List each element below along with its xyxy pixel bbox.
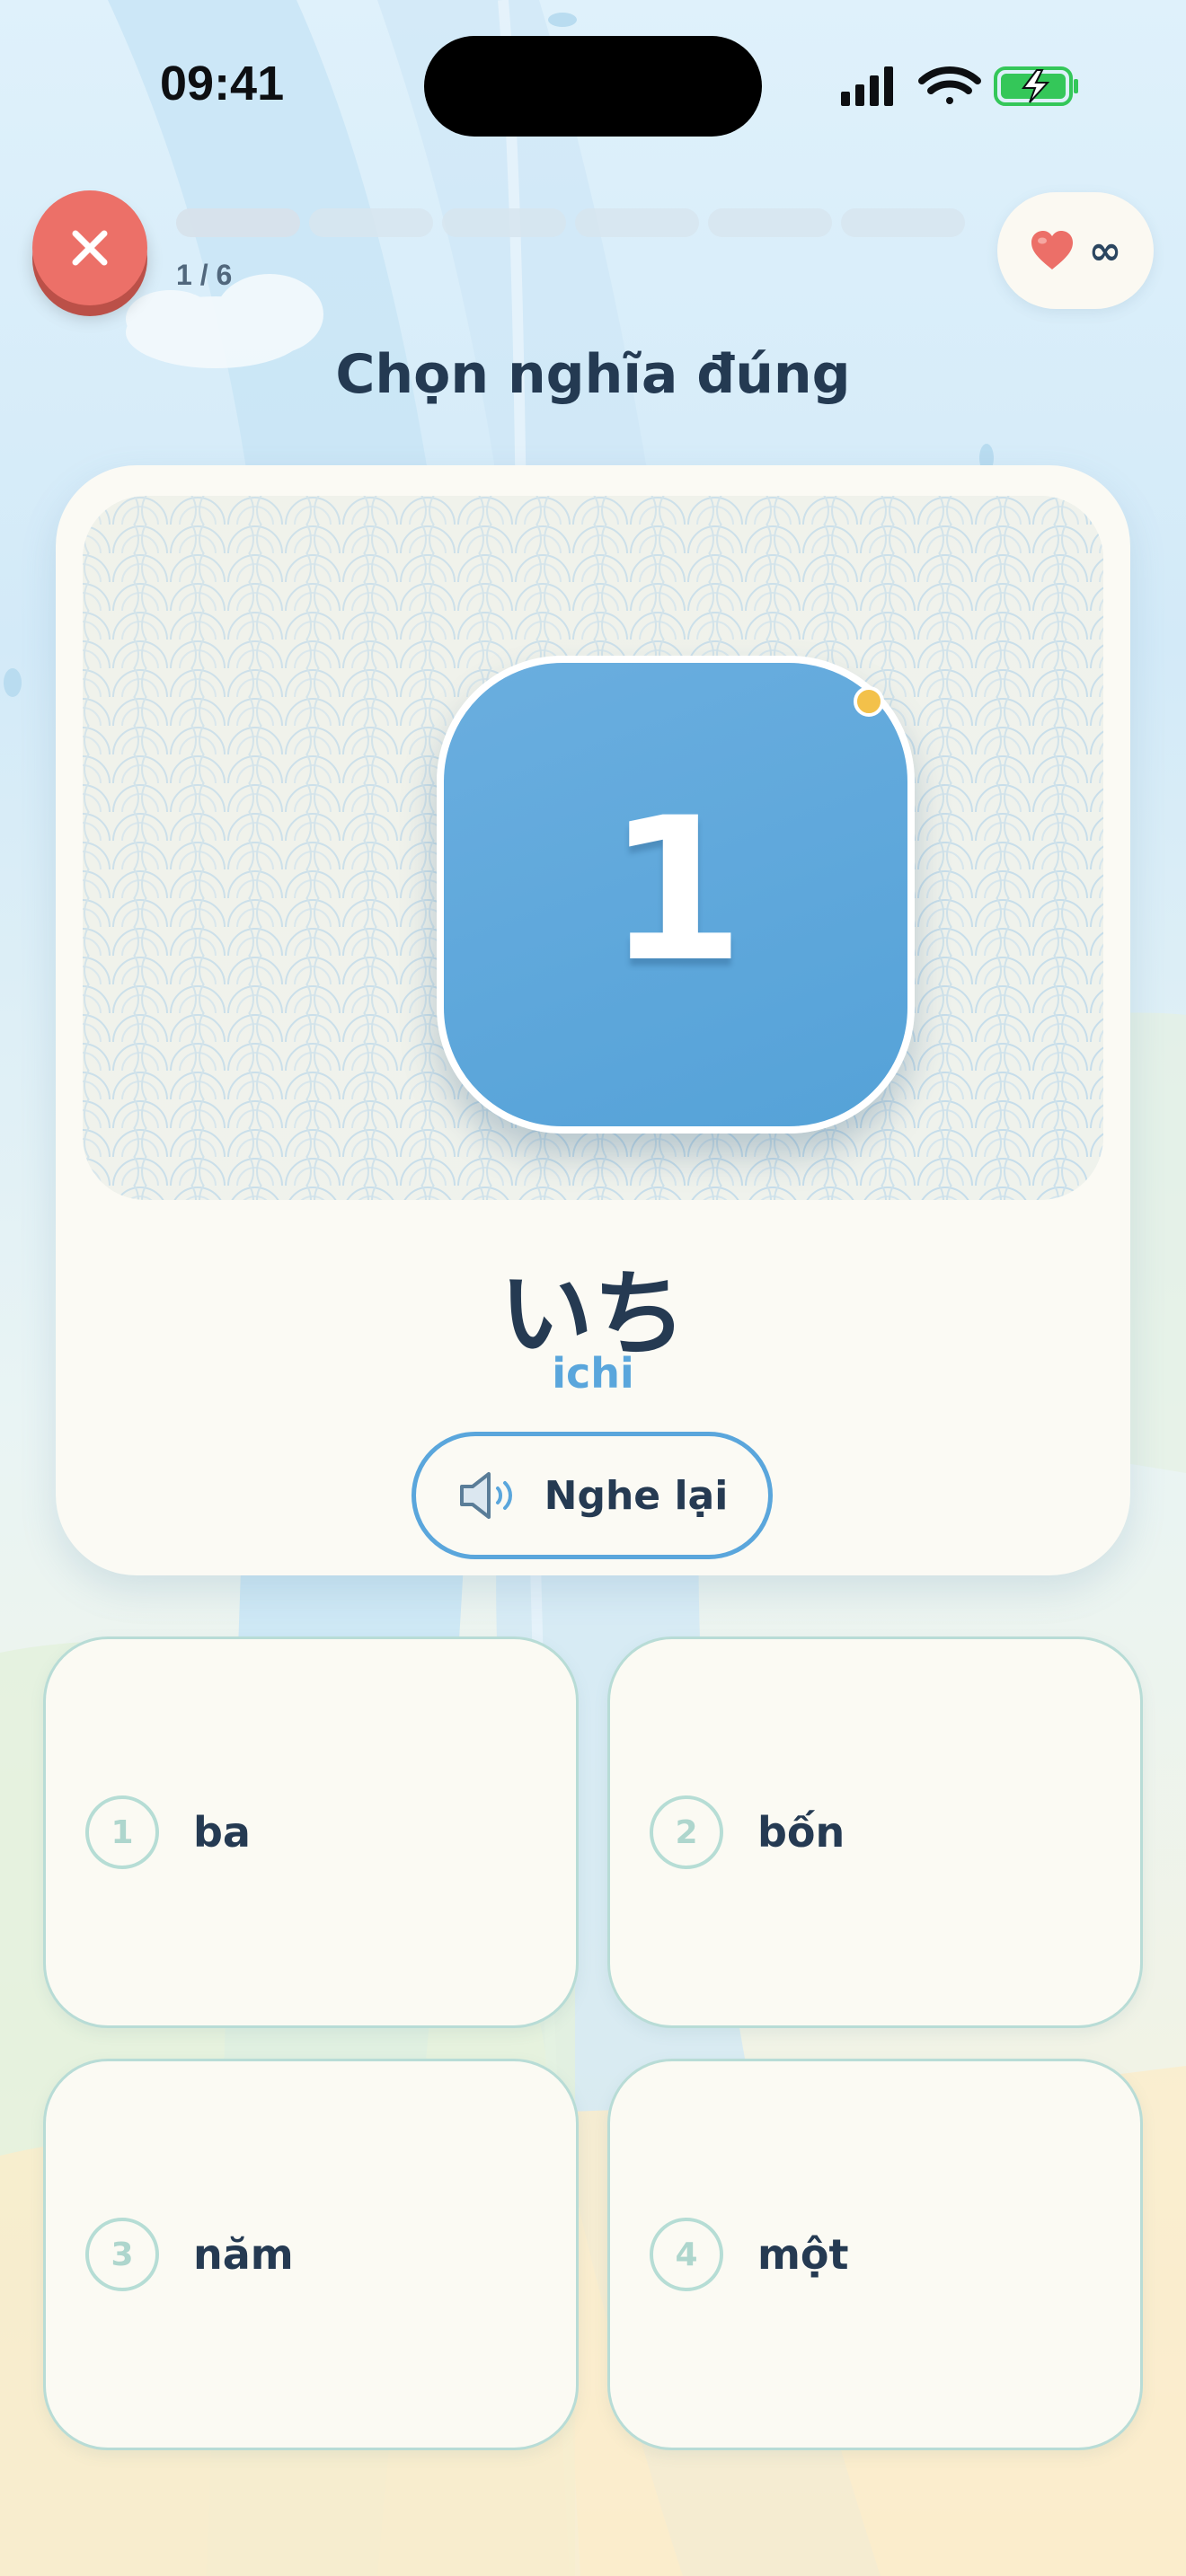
- heart-icon: [1031, 231, 1073, 269]
- question-card: 1 いち ichi Nghe lại: [56, 465, 1130, 1575]
- lesson-progress-bar: [176, 208, 965, 237]
- progress-segment: [309, 208, 433, 237]
- dynamic-island: [424, 36, 762, 137]
- close-button[interactable]: [32, 190, 147, 305]
- number-digit: 1: [606, 775, 745, 1005]
- option-label: ba: [193, 1808, 251, 1857]
- option-number: 3: [85, 2218, 159, 2291]
- lives-badge[interactable]: ∞: [997, 192, 1154, 309]
- progress-segment: [176, 208, 300, 237]
- accent-dot: [854, 686, 884, 717]
- option-label: bốn: [757, 1808, 845, 1857]
- progress-segment: [841, 208, 965, 237]
- wifi-icon: [918, 66, 981, 104]
- answer-option-1[interactable]: 1 ba: [43, 1636, 579, 2028]
- answer-option-2[interactable]: 2 bốn: [607, 1636, 1143, 2028]
- answer-option-3[interactable]: 3 năm: [43, 2059, 579, 2450]
- romaji-reading: ichi: [552, 1349, 634, 1398]
- listen-again-label: Nghe lại: [544, 1472, 729, 1519]
- answer-option-4[interactable]: 4 một: [607, 2059, 1143, 2450]
- status-time: 09:41: [160, 57, 285, 110]
- option-number: 1: [85, 1795, 159, 1869]
- progress-segment: [708, 208, 832, 237]
- option-label: một: [757, 2230, 849, 2279]
- progress-segment: [442, 208, 566, 237]
- progress-count: 1 / 6: [176, 259, 233, 291]
- option-number: 2: [650, 1795, 723, 1869]
- status-icons: [839, 63, 1082, 110]
- lives-value: ∞: [1088, 227, 1122, 274]
- battery-charging-icon: [994, 66, 1078, 106]
- option-label: năm: [193, 2230, 294, 2279]
- cellular-signal-icon: [841, 66, 893, 106]
- question-title: Chọn nghĩa đúng: [335, 343, 851, 406]
- number-illustration: 1: [83, 496, 1103, 1200]
- progress-segment: [575, 208, 699, 237]
- close-icon: [72, 230, 108, 266]
- option-number: 4: [650, 2218, 723, 2291]
- speaker-icon: [459, 1472, 512, 1519]
- listen-again-button[interactable]: Nghe lại: [412, 1432, 773, 1559]
- number-tile: 1: [437, 656, 915, 1134]
